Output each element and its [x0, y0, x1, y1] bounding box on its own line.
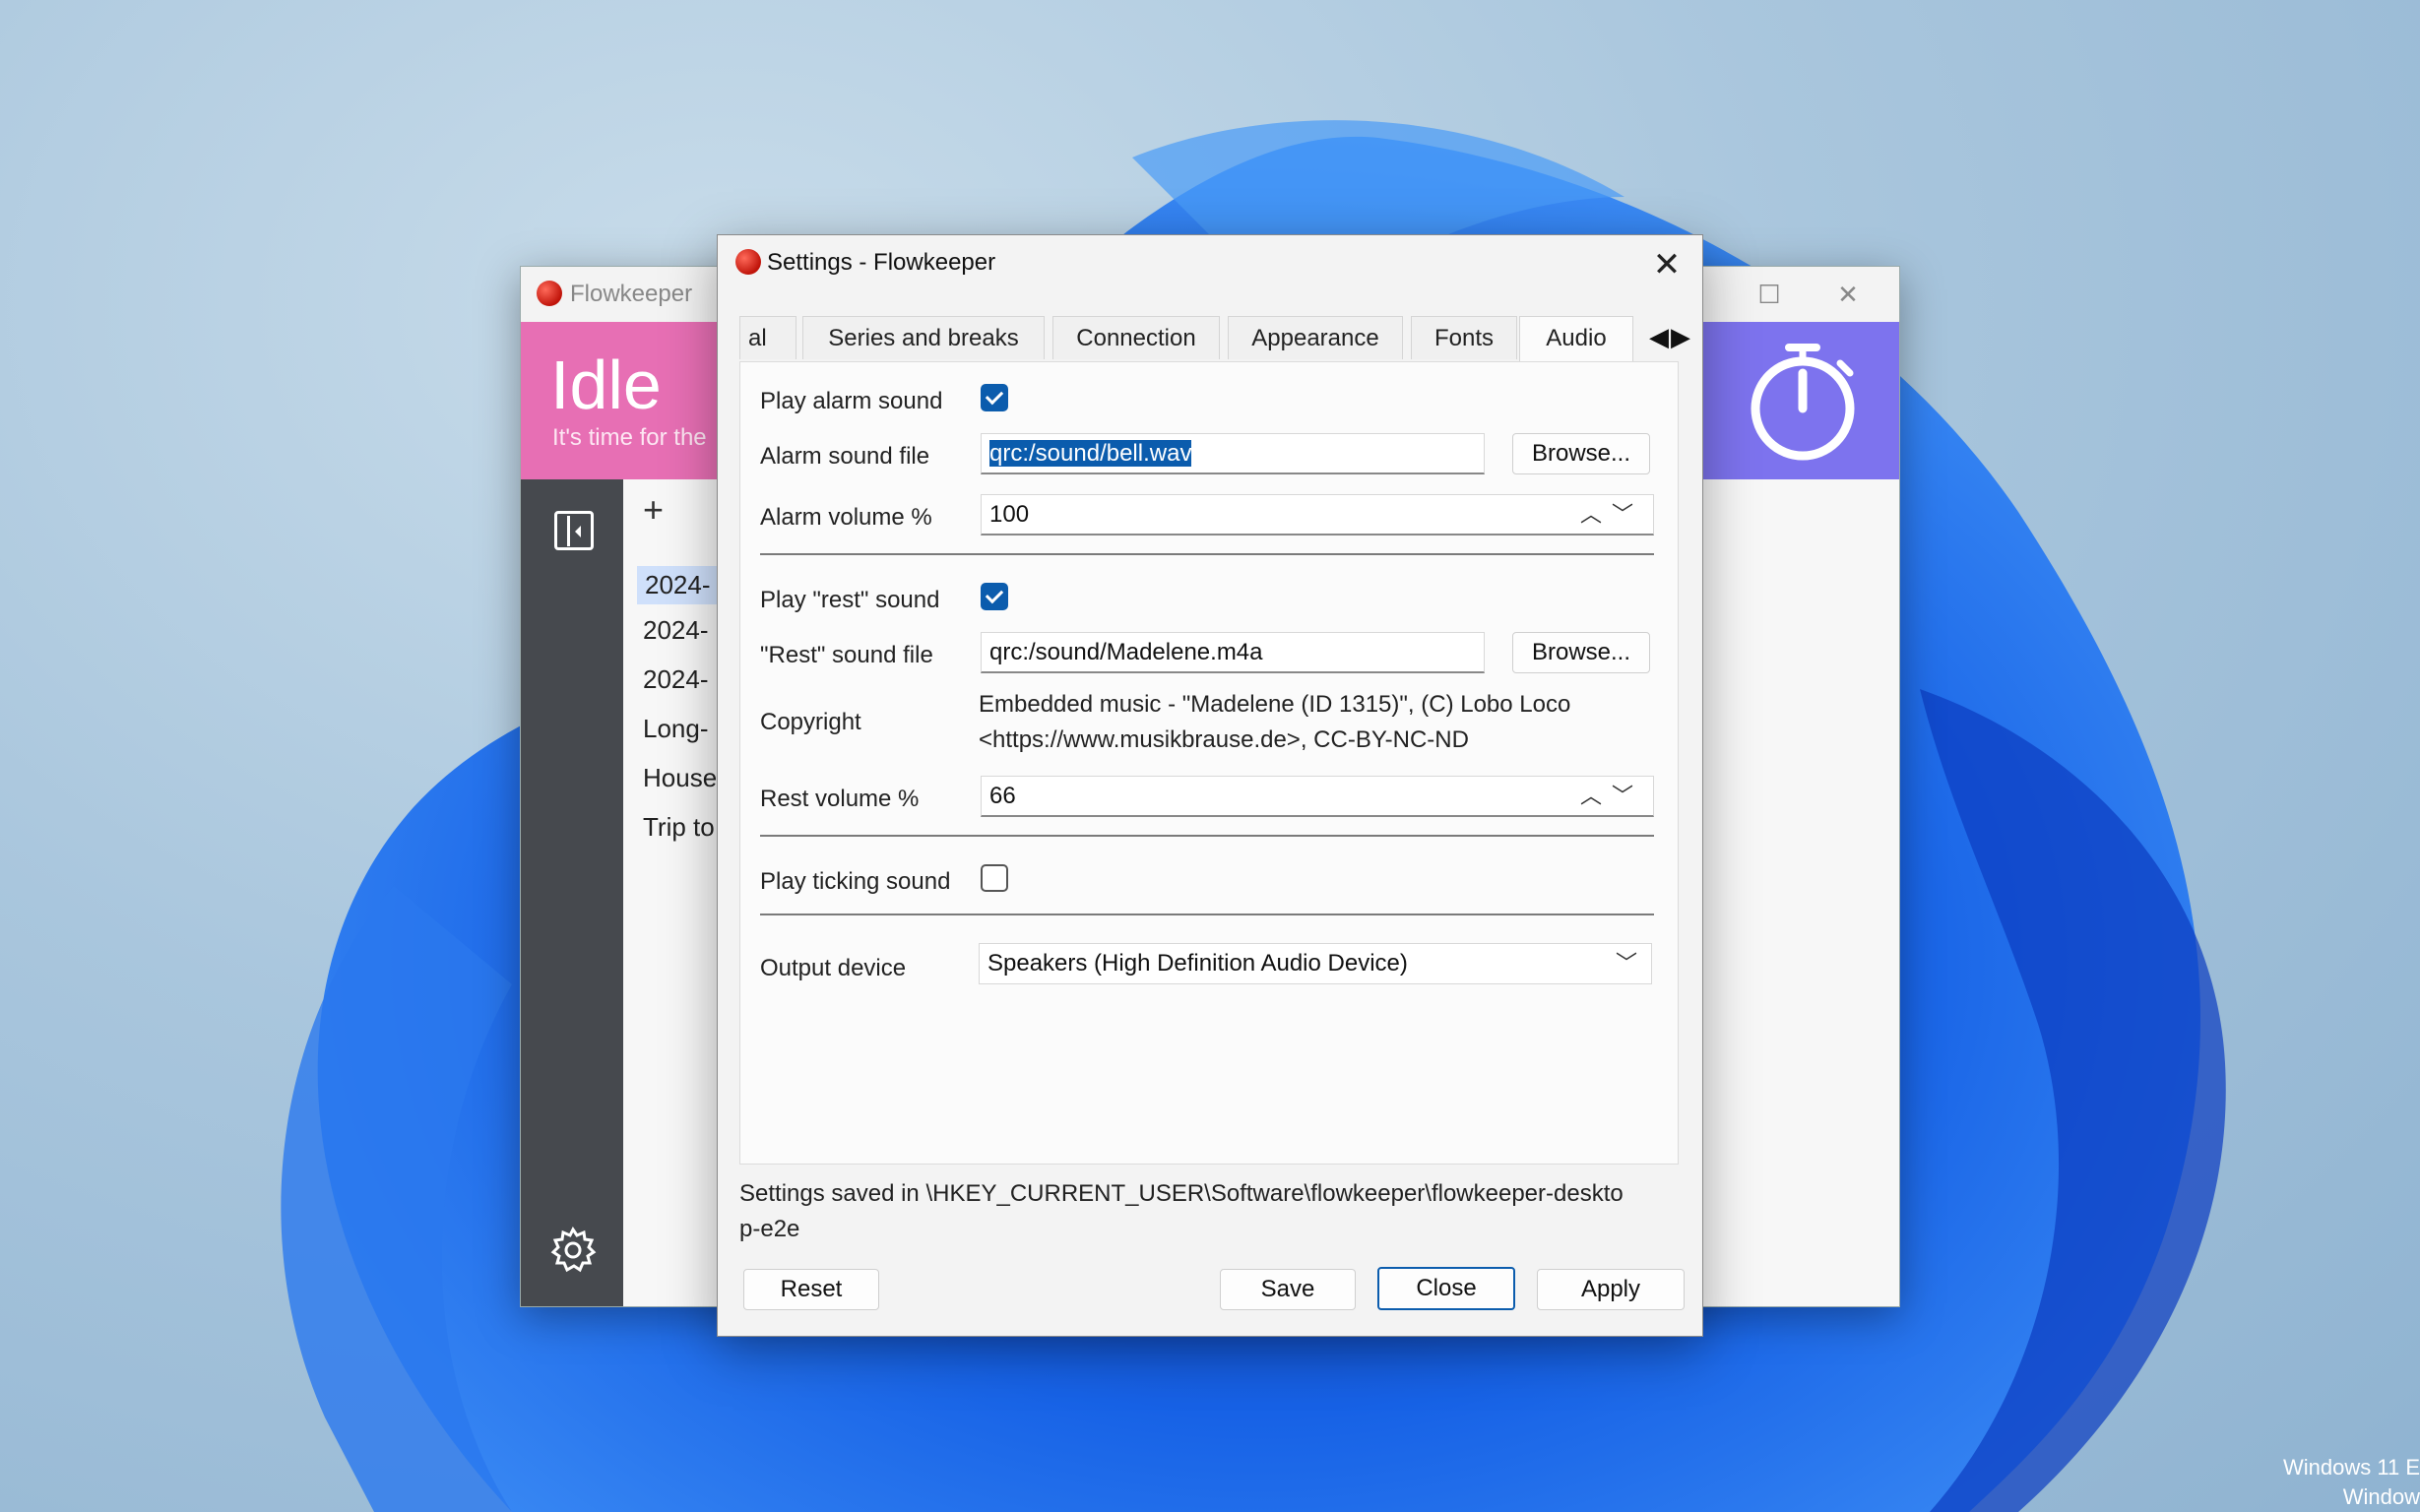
reset-button[interactable]: Reset [743, 1269, 879, 1310]
alarm-file-input[interactable]: qrc:/sound/bell.wav [981, 433, 1485, 474]
alarm-volume-label: Alarm volume % [760, 504, 932, 531]
list-item[interactable]: House [643, 763, 717, 793]
tomato-icon [735, 249, 761, 275]
apply-button[interactable]: Apply [1537, 1269, 1685, 1310]
alarm-file-value: qrc:/sound/bell.wav [989, 440, 1192, 467]
section-divider [760, 553, 1654, 555]
rest-browse-button[interactable]: Browse... [1512, 632, 1650, 673]
rest-file-label: "Rest" sound file [760, 642, 933, 668]
tab-fonts[interactable]: Fonts [1411, 316, 1517, 359]
copyright-label: Copyright [760, 709, 861, 735]
status-title: Idle [550, 346, 662, 423]
settings-saved-path: Settings saved in \HKEY_CURRENT_USER\Sof… [739, 1180, 1624, 1242]
alarm-browse-button[interactable]: Browse... [1512, 433, 1650, 474]
tab-general[interactable]: al [739, 316, 796, 359]
play-alarm-label: Play alarm sound [760, 388, 943, 414]
copyright-text-line1: Embedded music - "Madelene (ID 1315)", (… [979, 691, 1571, 718]
sidebar-toggle-icon[interactable] [554, 511, 594, 550]
windows-watermark: Windows 11 E Window [2283, 1453, 2420, 1512]
main-window-title: Flowkeeper [570, 281, 693, 307]
list-item[interactable]: 2024- [643, 664, 709, 695]
tab-connection[interactable]: Connection [1052, 316, 1220, 359]
tab-appearance[interactable]: Appearance [1228, 316, 1403, 359]
maximize-icon[interactable]: ☐ [1748, 275, 1791, 314]
rest-volume-value: 66 [989, 783, 1016, 809]
spin-arrows-icon[interactable]: ︿﹀ [1580, 495, 1643, 534]
play-ticking-label: Play ticking sound [760, 868, 951, 895]
timer-panel [1702, 322, 1899, 479]
audio-panel: Play alarm sound Alarm sound file qrc:/s… [739, 361, 1679, 1165]
copyright-text-line2: <https://www.musikbrause.de>, CC-BY-NC-N… [979, 726, 1469, 753]
section-divider [760, 914, 1654, 915]
tab-scroll-arrows-icon[interactable]: ◀▶ [1649, 322, 1692, 352]
output-device-label: Output device [760, 955, 907, 981]
settings-dialog: Settings - Flowkeeper ✕ al Series and br… [717, 234, 1703, 1337]
play-ticking-checkbox[interactable] [981, 864, 1008, 892]
tab-audio[interactable]: Audio [1519, 316, 1633, 362]
rest-file-input[interactable]: qrc:/sound/Madelene.m4a [981, 632, 1485, 673]
tab-series-and-breaks[interactable]: Series and breaks [802, 316, 1045, 359]
section-divider [760, 835, 1654, 837]
dialog-title: Settings - Flowkeeper [767, 249, 996, 276]
settings-tabs: al Series and breaks Connection Appearan… [739, 316, 1690, 362]
rest-volume-label: Rest volume % [760, 786, 920, 812]
status-subtitle: It's time for the [552, 424, 707, 451]
rest-volume-spinbox[interactable]: 66 ︿﹀ [981, 776, 1654, 817]
watermark-line2: Window [2342, 1484, 2420, 1509]
stopwatch-icon [1751, 344, 1855, 461]
close-button[interactable]: Close [1377, 1267, 1515, 1310]
close-icon[interactable]: ✕ [1826, 275, 1870, 314]
dialog-close-icon[interactable]: ✕ [1645, 243, 1688, 286]
list-item[interactable]: Long- [643, 714, 709, 744]
play-rest-label: Play "rest" sound [760, 587, 940, 613]
play-rest-checkbox[interactable] [981, 583, 1008, 610]
gear-icon[interactable] [546, 1224, 600, 1277]
output-device-value: Speakers (High Definition Audio Device) [987, 950, 1408, 976]
list-item[interactable]: 2024- [643, 615, 709, 646]
save-button[interactable]: Save [1220, 1269, 1356, 1310]
alarm-volume-value: 100 [989, 501, 1030, 528]
alarm-volume-spinbox[interactable]: 100 ︿﹀ [981, 494, 1654, 536]
rest-file-value: qrc:/sound/Madelene.m4a [989, 639, 1263, 665]
tomato-icon [537, 281, 562, 306]
watermark-line1: Windows 11 E [2283, 1455, 2420, 1480]
play-alarm-checkbox[interactable] [981, 384, 1008, 411]
list-item[interactable]: Trip to [643, 812, 715, 843]
sidebar [521, 479, 623, 1306]
spin-arrows-icon[interactable]: ︿﹀ [1580, 777, 1643, 815]
add-backlog-button[interactable]: + [643, 489, 664, 531]
chevron-down-icon: ﹀ [1615, 951, 1637, 976]
output-device-select[interactable]: Speakers (High Definition Audio Device) … [979, 943, 1652, 984]
alarm-file-label: Alarm sound file [760, 443, 930, 470]
